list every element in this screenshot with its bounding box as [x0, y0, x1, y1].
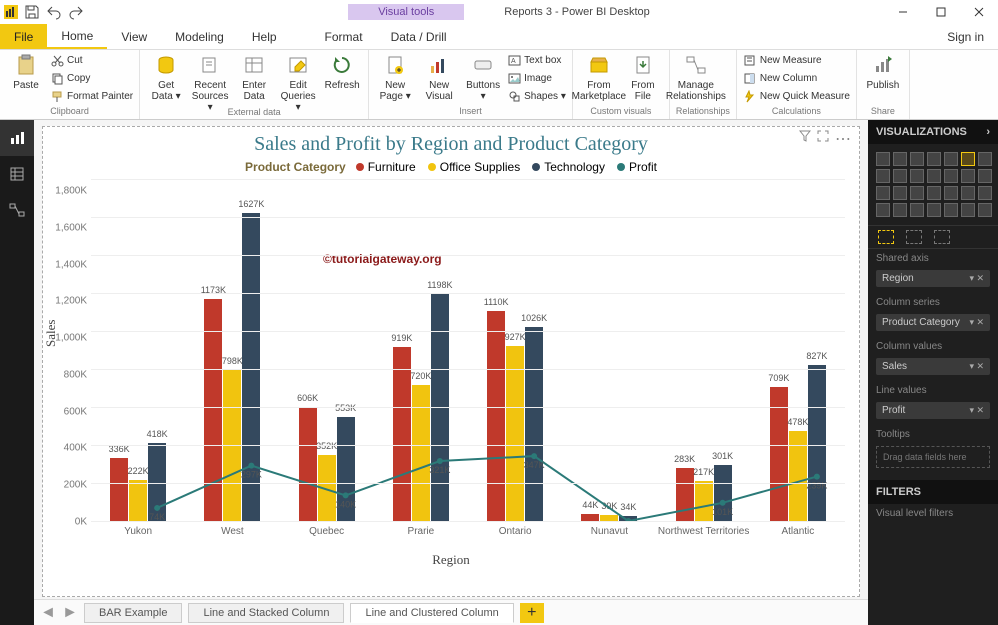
recent-sources-button[interactable]: Recent Sources ▾	[190, 52, 230, 113]
new-visual-button[interactable]: New Visual	[419, 52, 459, 102]
menu-bar: File Home View Modeling Help Format Data…	[0, 24, 998, 50]
tooltips-well[interactable]: Drag data fields here	[876, 446, 990, 468]
window-title: Reports 3 - Power BI Desktop	[504, 6, 650, 18]
main-area: ⋯ Sales and Profit by Region and Product…	[0, 120, 998, 625]
pane-collapse-icon[interactable]: ›	[986, 126, 990, 138]
from-file-button[interactable]: From File	[623, 52, 663, 102]
get-data-button[interactable]: Get Data ▾	[146, 52, 186, 102]
tab-line-clustered[interactable]: Line and Clustered Column	[350, 603, 513, 623]
column-values-well[interactable]: Sales▾ ✕	[876, 358, 990, 375]
cut-button[interactable]: Cut	[50, 52, 133, 69]
data-view-icon[interactable]	[0, 156, 34, 192]
plot-area: Sales 1,800K1,600K1,400K1,200K1,000K800K…	[91, 180, 845, 550]
analytics-tab-icon[interactable]	[934, 230, 950, 244]
menu-home[interactable]: Home	[47, 24, 107, 49]
publish-button[interactable]: Publish	[863, 52, 903, 91]
more-options-icon[interactable]: ⋯	[835, 129, 851, 149]
tab-add-button[interactable]: +	[520, 603, 544, 623]
menu-format[interactable]: Format	[311, 24, 377, 49]
menu-help[interactable]: Help	[238, 24, 291, 49]
shapes-button[interactable]: Shapes ▾	[507, 88, 566, 105]
page-tabs: ◄ ► BAR Example Line and Stacked Column …	[34, 599, 868, 625]
copy-button[interactable]: Copy	[50, 70, 133, 87]
line-values-well[interactable]: Profit▾ ✕	[876, 402, 990, 419]
new-quick-measure-button[interactable]: New Quick Measure	[743, 88, 850, 105]
column-series-well[interactable]: Product Category▾ ✕	[876, 314, 990, 331]
tab-line-stacked[interactable]: Line and Stacked Column	[188, 603, 344, 623]
manage-relationships-button[interactable]: Manage Relationships	[676, 52, 716, 102]
app-icon	[4, 5, 18, 19]
format-painter-button[interactable]: Format Painter	[50, 88, 133, 105]
menu-file[interactable]: File	[0, 24, 47, 49]
svg-text:A: A	[511, 58, 516, 65]
paste-button[interactable]: Paste	[6, 52, 46, 91]
filters-title: FILTERS	[876, 486, 921, 498]
format-tab-icon[interactable]	[906, 230, 922, 244]
new-column-button[interactable]: New Column	[743, 70, 850, 87]
new-page-button[interactable]: New Page ▾	[375, 52, 415, 102]
undo-icon[interactable]	[46, 4, 62, 20]
close-button[interactable]	[960, 0, 998, 24]
menu-modeling[interactable]: Modeling	[161, 24, 238, 49]
report-view-icon[interactable]	[0, 120, 34, 156]
chart-visual[interactable]: ⋯ Sales and Profit by Region and Product…	[42, 126, 860, 597]
chart-legend: Product Category FurnitureOffice Supplie…	[43, 160, 859, 174]
filter-icon[interactable]	[799, 129, 811, 149]
image-button[interactable]: Image	[507, 70, 566, 87]
focus-mode-icon[interactable]	[817, 129, 829, 149]
buttons-button[interactable]: Buttons ▾	[463, 52, 503, 102]
chart-title: Sales and Profit by Region and Product C…	[43, 133, 859, 156]
tab-next-icon[interactable]: ►	[62, 604, 78, 622]
tab-bar-example[interactable]: BAR Example	[84, 603, 182, 623]
from-marketplace-button[interactable]: From Marketplace	[579, 52, 619, 102]
maximize-button[interactable]	[922, 0, 960, 24]
title-bar: Visual tools Reports 3 - Power BI Deskto…	[0, 0, 998, 24]
shared-axis-well[interactable]: Region▾ ✕	[876, 270, 990, 287]
save-icon[interactable]	[24, 4, 40, 20]
textbox-button[interactable]: AText box	[507, 52, 566, 69]
refresh-button[interactable]: Refresh	[322, 52, 362, 91]
view-rail	[0, 120, 34, 625]
line-clustered-column-viz-icon	[961, 152, 975, 166]
pane-title: VISUALIZATIONS	[876, 126, 967, 138]
minimize-button[interactable]	[884, 0, 922, 24]
menu-data-drill[interactable]: Data / Drill	[377, 24, 461, 49]
edit-queries-button[interactable]: Edit Queries ▾	[278, 52, 318, 113]
new-measure-button[interactable]: New Measure	[743, 52, 850, 69]
sign-in-link[interactable]: Sign in	[933, 24, 998, 49]
report-canvas: ⋯ Sales and Profit by Region and Product…	[34, 120, 868, 625]
menu-view[interactable]: View	[107, 24, 161, 49]
model-view-icon[interactable]	[0, 192, 34, 228]
visualization-picker[interactable]	[868, 144, 998, 225]
fields-tab-icon[interactable]	[878, 230, 894, 244]
tab-prev-icon[interactable]: ◄	[40, 604, 56, 622]
contextual-tab-label: Visual tools	[348, 4, 464, 20]
visualizations-pane: VISUALIZATIONS› Shared axis Region▾ ✕ Co…	[868, 120, 998, 625]
redo-icon[interactable]	[68, 4, 84, 20]
ribbon: Paste Cut Copy Format Painter Clipboard …	[0, 50, 998, 120]
enter-data-button[interactable]: Enter Data	[234, 52, 274, 102]
